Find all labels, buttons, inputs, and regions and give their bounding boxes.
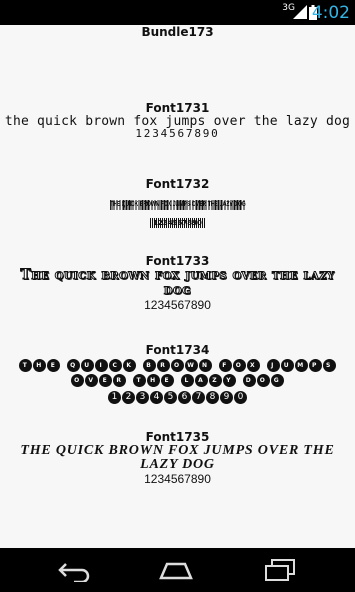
glyph: n — [199, 359, 212, 372]
font-sample: THE QUICK BROWN FOX JUMPS OVER THE — [20, 443, 335, 458]
glyph: x — [246, 359, 260, 372]
glyph: r — [113, 374, 127, 387]
font-sample-digits: 1234567890 — [144, 472, 211, 486]
font-list[interactable]: Bundle173 Font1731 the quick brown fox j… — [0, 25, 355, 548]
glyph: 6 — [178, 391, 191, 404]
status-bar: 3G 4:02 — [0, 0, 355, 25]
glyph: o — [232, 359, 246, 372]
recents-icon[interactable] — [262, 558, 298, 582]
signal-icon — [293, 5, 307, 19]
glyph: e — [99, 374, 113, 387]
glyph: s — [322, 359, 336, 372]
status-clock: 4:02 — [311, 3, 350, 23]
glyph: h — [147, 374, 161, 387]
glyph: 5 — [164, 391, 177, 404]
glyph: k — [123, 359, 137, 372]
glyph: 3 — [136, 391, 149, 404]
home-icon[interactable] — [158, 558, 194, 582]
font-sample: THE QUICK BROWN FOX JUMPS OVER THE LAZY … — [109, 200, 246, 210]
glyph: 9 — [220, 391, 233, 404]
glyph: h — [33, 359, 47, 372]
glyph: r — [157, 359, 170, 372]
glyph: 7 — [192, 391, 205, 404]
glyph: m — [294, 359, 308, 372]
font-name: Font1735 — [145, 430, 210, 444]
glyph: e — [161, 374, 175, 387]
glyph: o — [171, 359, 184, 372]
font-sample: The quick brown fox jumps over the lazy — [20, 267, 335, 283]
glyph: l — [180, 374, 194, 387]
glyph: t — [19, 359, 33, 372]
navigation-bar — [0, 548, 355, 592]
glyph: f — [218, 359, 232, 372]
glyph: c — [109, 359, 123, 372]
font-name: Font1732 — [145, 177, 210, 191]
back-arrow-icon[interactable] — [56, 558, 92, 582]
glyph: q — [67, 359, 81, 372]
font-sample-digits: 1234567890 — [135, 127, 220, 140]
glyph: p — [308, 359, 322, 372]
bundle-title: Bundle173 — [141, 25, 214, 39]
glyph: 1 — [108, 391, 121, 404]
font-item-1734[interactable]: Font1734 the quick brown fox jumps over … — [0, 343, 355, 404]
font-name: Font1731 — [145, 101, 210, 115]
glyph: j — [266, 359, 280, 372]
glyph: o — [71, 374, 85, 387]
glyph: g — [270, 374, 284, 387]
glyph: v — [85, 374, 99, 387]
glyph: 8 — [206, 391, 219, 404]
font-sample-digits: 1234567890 — [144, 298, 211, 312]
font-item-1732[interactable]: Font1732 THE QUICK BROWN FOX JUMPS OVER … — [0, 177, 355, 229]
glyph: a — [194, 374, 208, 387]
glyph: i — [95, 359, 109, 372]
glyph: y — [222, 374, 236, 387]
font-sample-line-2: over the lazy dog — [0, 372, 355, 387]
glyph: 2 — [122, 391, 135, 404]
font-name: Font1733 — [145, 254, 210, 268]
font-sample-digits: 1234567890 — [150, 218, 205, 228]
glyph: u — [81, 359, 95, 372]
glyph: o — [256, 374, 270, 387]
font-sample-digits: 1234567890 — [0, 387, 355, 404]
glyph: z — [208, 374, 222, 387]
font-item-1735[interactable]: Font1735 THE QUICK BROWN FOX JUMPS OVER … — [0, 430, 355, 486]
font-name: Font1734 — [145, 343, 210, 357]
font-sample: the quick brown fox jumps — [0, 357, 355, 372]
font-sample-line-2: LAZY DOG — [140, 457, 215, 472]
glyph: b — [143, 359, 156, 372]
glyph: e — [47, 359, 61, 372]
font-item-1731[interactable]: Font1731 the quick brown fox jumps over … — [0, 101, 355, 139]
glyph: t — [133, 374, 147, 387]
glyph: u — [280, 359, 294, 372]
glyph: d — [242, 374, 256, 387]
font-item-1733[interactable]: Font1733 The quick brown fox jumps over … — [0, 254, 355, 312]
glyph: 4 — [150, 391, 163, 404]
glyph: 0 — [234, 391, 247, 404]
glyph: w — [185, 359, 198, 372]
font-sample-line-2: dog — [163, 282, 192, 298]
